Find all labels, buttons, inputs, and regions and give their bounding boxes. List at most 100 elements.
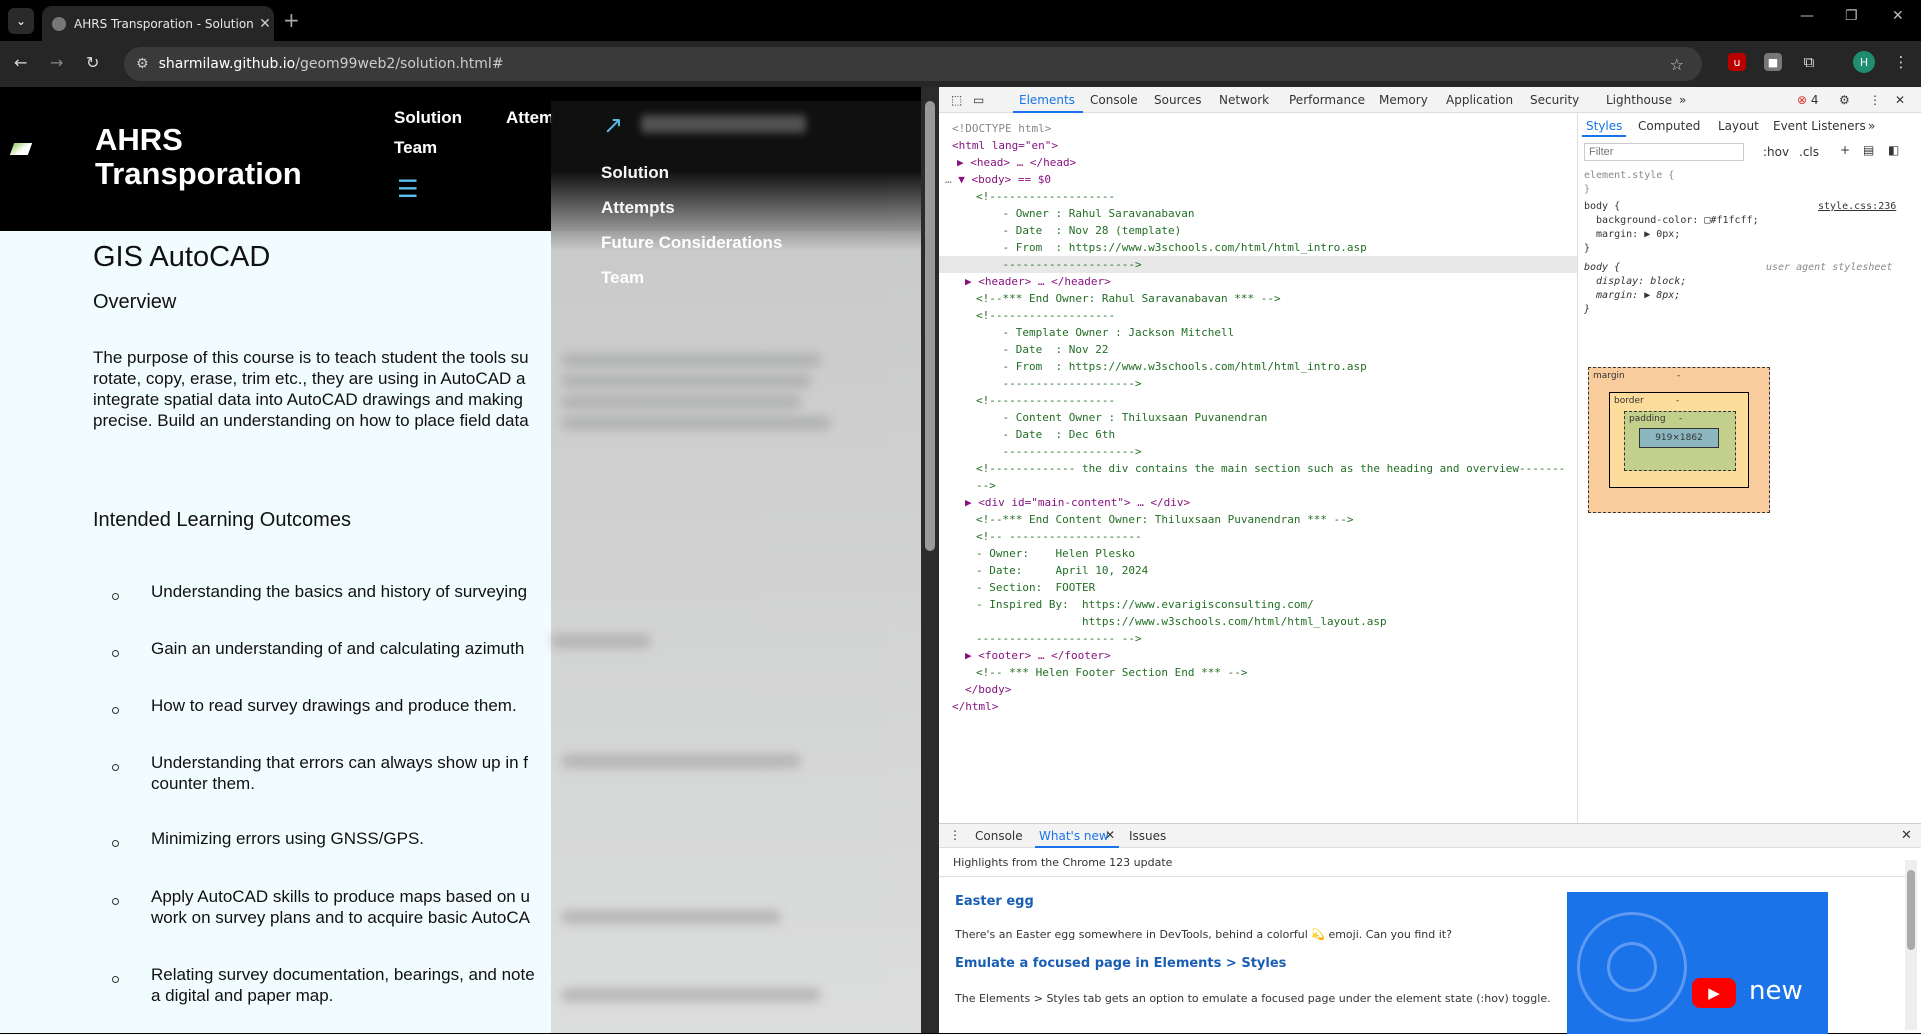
menu-toggle-icon[interactable]: ☰ bbox=[397, 175, 419, 203]
dom-doctype[interactable]: <!DOCTYPE html> bbox=[952, 120, 1051, 137]
whats-new-heading-1[interactable]: Easter egg bbox=[955, 894, 1034, 909]
dom-comment[interactable]: - Owner: Helen Plesko bbox=[976, 545, 1135, 562]
dom-comment[interactable]: <!------------------- bbox=[976, 307, 1115, 324]
dom-comment[interactable]: - Section: FOOTER bbox=[976, 579, 1095, 596]
more-panes-icon[interactable]: » bbox=[1868, 119, 1875, 133]
dom-comment[interactable]: --> bbox=[976, 477, 996, 494]
box-model-content[interactable]: 919×1862 bbox=[1639, 428, 1719, 448]
address-bar[interactable]: ⚙ sharmilaw.github.io /geom99web2/soluti… bbox=[124, 47, 1702, 81]
nav-solution[interactable]: Solution bbox=[394, 108, 462, 128]
close-drawer-icon[interactable]: ✕ bbox=[1901, 828, 1912, 843]
page-scrollbar[interactable] bbox=[921, 87, 939, 1033]
devtools-menu-icon[interactable]: ⋮ bbox=[1869, 93, 1881, 107]
dom-comment[interactable]: - From : https://www.w3schools.com/html/… bbox=[976, 358, 1366, 375]
drawer-tab-whats-new[interactable]: What's new bbox=[1039, 829, 1109, 843]
dom-comment[interactable]: <!-- -------------------- bbox=[976, 528, 1142, 545]
element-style-rule[interactable]: element.style { } bbox=[1584, 169, 1674, 197]
dom-body-close[interactable]: </body> bbox=[965, 681, 1011, 698]
tab-application[interactable]: Application bbox=[1446, 93, 1513, 107]
tab-search-button[interactable]: ⌄ bbox=[8, 8, 34, 34]
hov-toggle[interactable]: :hov bbox=[1763, 145, 1789, 159]
youtube-play-icon[interactable]: ▶ bbox=[1692, 978, 1736, 1008]
close-devtools-icon[interactable]: ✕ bbox=[1895, 93, 1905, 107]
dom-head[interactable]: ▶ <head> … </head> bbox=[957, 154, 1076, 171]
dom-comment[interactable]: <!------------------- bbox=[976, 188, 1115, 205]
overlay-nav-attempts[interactable]: Attempts bbox=[601, 198, 675, 218]
drawer-tab-console[interactable]: Console bbox=[975, 829, 1023, 843]
error-badge-icon[interactable]: ⊗ 4 bbox=[1797, 93, 1819, 107]
bookmark-star-icon[interactable]: ☆ bbox=[1670, 55, 1684, 74]
restore-icon[interactable]: ❐ bbox=[1845, 8, 1858, 24]
dom-body-open[interactable]: … ▼ <body> == $0 bbox=[945, 171, 1051, 188]
extensions-puzzle-icon[interactable]: ⧉ bbox=[1800, 53, 1818, 71]
dom-footer[interactable]: ▶ <footer> … </footer> bbox=[965, 647, 1111, 664]
style-source-link[interactable]: style.css:236 bbox=[1818, 200, 1896, 214]
nav-team[interactable]: Team bbox=[394, 138, 437, 158]
toggle-sidebar-icon[interactable]: ◧ bbox=[1888, 143, 1899, 157]
extension-icon[interactable]: ■ bbox=[1764, 53, 1782, 71]
dom-comment[interactable]: --------------------> bbox=[976, 256, 1141, 273]
paint-brush-icon[interactable]: ▤ bbox=[1863, 143, 1874, 157]
close-tab-icon[interactable]: ✕ bbox=[256, 16, 274, 32]
tab-security[interactable]: Security bbox=[1530, 93, 1579, 107]
tab-performance[interactable]: Performance bbox=[1289, 93, 1365, 107]
dom-header[interactable]: ▶ <header> … </header> bbox=[965, 273, 1111, 290]
minimize-icon[interactable]: — bbox=[1800, 8, 1814, 24]
dom-html-close[interactable]: </html> bbox=[952, 698, 998, 715]
tab-lighthouse[interactable]: Lighthouse bbox=[1606, 93, 1672, 107]
drawer-menu-icon[interactable]: ⋮ bbox=[949, 828, 961, 842]
chrome-update-video[interactable]: ▶ new bbox=[1567, 892, 1828, 1034]
drawer-tab-issues[interactable]: Issues bbox=[1129, 829, 1166, 843]
tab-layout[interactable]: Layout bbox=[1718, 119, 1759, 133]
tab-event-listeners[interactable]: Event Listeners bbox=[1773, 119, 1866, 133]
more-tabs-icon[interactable]: » bbox=[1679, 93, 1686, 107]
overlay-nav-future[interactable]: Future Considerations bbox=[601, 233, 782, 253]
dom-comment[interactable]: --------------------- --> bbox=[976, 630, 1142, 647]
menu-kebab-icon[interactable]: ⋮ bbox=[1892, 53, 1910, 71]
tab-styles[interactable]: Styles bbox=[1586, 119, 1622, 133]
dom-html-open[interactable]: <html lang="en"> bbox=[952, 137, 1058, 154]
reload-icon[interactable]: ↻ bbox=[86, 53, 99, 72]
drawer-scrollbar[interactable] bbox=[1905, 860, 1917, 1030]
dom-comment[interactable]: - Content Owner : Thiluxsaan Puvanendran bbox=[976, 409, 1267, 426]
back-icon[interactable]: ← bbox=[14, 53, 27, 72]
dom-comment[interactable]: - Owner : Rahul Saravanabavan bbox=[976, 205, 1194, 222]
styles-filter-input[interactable] bbox=[1584, 143, 1744, 161]
nav-attempts[interactable]: Attem bbox=[506, 108, 554, 128]
dom-comment[interactable]: <!------------- the div contains the mai… bbox=[976, 460, 1565, 477]
inspect-element-icon[interactable]: ⬚ bbox=[951, 93, 962, 107]
tab-console[interactable]: Console bbox=[1090, 93, 1138, 107]
close-whats-new-icon[interactable]: ✕ bbox=[1105, 828, 1115, 842]
profile-avatar[interactable]: H bbox=[1853, 51, 1875, 73]
dom-comment[interactable]: --------------------> bbox=[976, 375, 1141, 392]
scrollbar-thumb[interactable] bbox=[925, 101, 935, 551]
overlay-nav-solution[interactable]: Solution bbox=[601, 163, 669, 183]
ublock-extension-icon[interactable]: u bbox=[1728, 53, 1746, 71]
dom-comment[interactable]: <!-- *** Helen Footer Section End *** --… bbox=[976, 664, 1248, 681]
arrow-up-right-icon[interactable]: ↗ bbox=[603, 111, 623, 139]
dom-comment[interactable]: - From : https://www.w3schools.com/html/… bbox=[976, 239, 1366, 256]
dom-comment[interactable]: - Date : Nov 28 (template) bbox=[976, 222, 1181, 239]
dom-main-div[interactable]: ▶ <div id="main-content"> … </div> bbox=[965, 494, 1190, 511]
cls-toggle[interactable]: .cls bbox=[1799, 145, 1819, 159]
new-rule-icon[interactable]: + bbox=[1840, 143, 1850, 157]
tab-network[interactable]: Network bbox=[1219, 93, 1269, 107]
tab-computed[interactable]: Computed bbox=[1638, 119, 1700, 133]
site-info-icon[interactable]: ⚙ bbox=[136, 56, 149, 72]
overlay-nav-team[interactable]: Team bbox=[601, 268, 644, 288]
dom-comment[interactable]: - Date : Dec 6th bbox=[976, 426, 1115, 443]
browser-tab[interactable]: AHRS Transporation - Solution ✕ bbox=[42, 6, 274, 41]
dom-comment[interactable]: - Inspired By: https://www.evarigisconsu… bbox=[976, 596, 1314, 613]
dom-comment[interactable]: https://www.w3schools.com/html/html_layo… bbox=[976, 613, 1387, 630]
tab-elements[interactable]: Elements bbox=[1019, 93, 1075, 107]
device-toolbar-icon[interactable]: ▭ bbox=[973, 93, 984, 107]
tab-sources[interactable]: Sources bbox=[1154, 93, 1201, 107]
dom-comment[interactable]: - Date: April 10, 2024 bbox=[976, 562, 1148, 579]
whats-new-heading-2[interactable]: Emulate a focused page in Elements > Sty… bbox=[955, 956, 1286, 971]
body-style-rule[interactable]: body { background-color: □#f1fcff; margi… bbox=[1584, 200, 1759, 256]
elements-tree[interactable]: <!DOCTYPE html> <html lang="en"> ▶ <head… bbox=[939, 113, 1577, 889]
dom-comment[interactable]: <!--*** End Content Owner: Thiluxsaan Pu… bbox=[976, 511, 1354, 528]
close-window-icon[interactable]: ✕ bbox=[1892, 8, 1904, 24]
dom-comment[interactable]: --------------------> bbox=[976, 443, 1141, 460]
dom-comment[interactable]: - Template Owner : Jackson Mitchell bbox=[976, 324, 1234, 341]
